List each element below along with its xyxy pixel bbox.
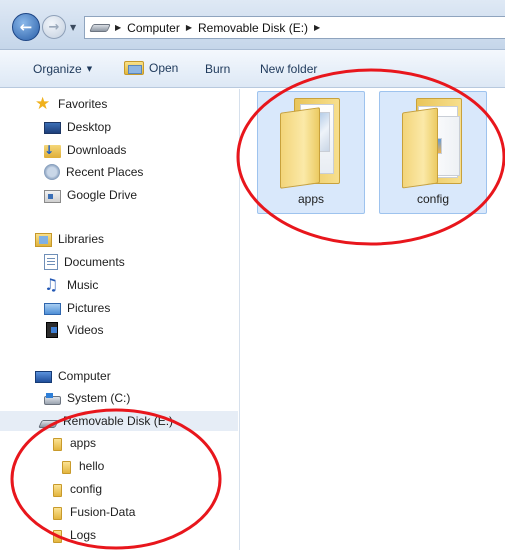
nav-label: Logs — [70, 528, 97, 542]
nav-folder-fusion-data[interactable]: Fusion-Data — [53, 502, 135, 522]
navigation-pane: ★ Favorites Desktop Downloads Recent Pla… — [0, 89, 240, 550]
computer-icon — [35, 370, 52, 383]
address-bar: ← → ▼ ▶ Computer ▶ Removable Disk (E:) ▶ — [0, 0, 505, 50]
star-icon: ★ — [35, 94, 51, 114]
breadcrumb-more[interactable]: ▶ — [314, 23, 326, 32]
nav-music[interactable]: ♫ Music — [44, 275, 98, 295]
open-folder-icon — [124, 61, 144, 75]
command-toolbar: Organize ▼ Open Burn New folder — [0, 50, 505, 88]
desktop-icon — [44, 122, 61, 134]
folder-tile-config[interactable]: config — [379, 91, 487, 214]
nav-label: Downloads — [67, 143, 127, 157]
nav-system-drive[interactable]: System (C:) — [44, 388, 130, 408]
recent-places-icon — [44, 164, 60, 180]
breadcrumb-separator-icon[interactable]: ▶ — [115, 23, 121, 32]
folder-icon — [53, 506, 62, 520]
breadcrumb-removable-disk[interactable]: ▶ Removable Disk (E:) — [186, 21, 308, 35]
system-drive-icon — [44, 392, 61, 405]
open-button[interactable]: Open — [124, 61, 178, 75]
forward-arrow-icon[interactable]: → — [42, 15, 66, 39]
address-path[interactable]: ▶ Computer ▶ Removable Disk (E:) ▶ — [84, 16, 505, 39]
nav-folder-apps[interactable]: apps — [53, 433, 96, 453]
nav-label: System (C:) — [67, 391, 131, 405]
nav-label: Libraries — [58, 232, 105, 246]
nav-label: Documents — [64, 255, 125, 269]
folder-icon — [53, 483, 62, 497]
chevron-down-icon: ▼ — [86, 65, 93, 73]
nav-pictures[interactable]: Pictures — [44, 298, 110, 318]
nav-downloads[interactable]: Downloads — [44, 140, 126, 160]
back-arrow-icon[interactable]: ← — [12, 13, 40, 41]
nav-documents[interactable]: Documents — [44, 252, 125, 272]
large-folder-icon — [276, 98, 348, 189]
nav-label: config — [70, 482, 103, 496]
nav-desktop[interactable]: Desktop — [44, 117, 111, 137]
nav-folder-logs[interactable]: Logs — [53, 525, 96, 545]
breadcrumb-computer[interactable]: ▶ Computer — [115, 21, 180, 35]
folder-icon — [53, 437, 62, 451]
folder-name: apps — [297, 192, 325, 206]
nav-label: Videos — [67, 323, 104, 337]
libraries-icon — [35, 232, 52, 247]
burn-label: Burn — [205, 62, 231, 76]
open-label: Open — [149, 61, 179, 75]
music-note-icon: ♫ — [44, 275, 59, 294]
nav-label: apps — [70, 436, 97, 450]
breadcrumb-separator-icon[interactable]: ▶ — [314, 23, 320, 32]
breadcrumb-separator-icon[interactable]: ▶ — [186, 23, 192, 32]
file-list-pane: apps config — [241, 89, 505, 550]
nav-label: Pictures — [67, 301, 111, 315]
folder-tile-apps[interactable]: apps — [257, 91, 365, 214]
nav-label: hello — [79, 459, 105, 473]
nav-label: Google Drive — [67, 188, 138, 202]
recent-pages-dropdown-icon[interactable]: ▼ — [70, 23, 76, 32]
nav-label: Computer — [58, 369, 111, 383]
large-folder-icon — [398, 98, 470, 189]
nav-folder-hello[interactable]: hello — [62, 456, 104, 476]
downloads-icon — [44, 143, 61, 158]
nav-removable-disk[interactable]: Removable Disk (E:) — [0, 411, 238, 431]
nav-label: Music — [67, 278, 99, 292]
folder-icon — [62, 460, 71, 474]
nav-libraries[interactable]: Libraries — [35, 229, 104, 249]
burn-button[interactable]: Burn — [205, 62, 230, 76]
nav-label: Recent Places — [66, 165, 144, 179]
nav-google-drive[interactable]: Google Drive — [44, 185, 137, 205]
breadcrumb-label[interactable]: Computer — [127, 21, 180, 35]
nav-computer[interactable]: Computer — [35, 366, 111, 386]
folder-name: config — [416, 192, 450, 206]
nav-label: Desktop — [67, 120, 112, 134]
organize-label: Organize — [33, 62, 82, 76]
new-folder-label: New folder — [260, 62, 318, 76]
documents-icon — [44, 254, 58, 270]
folder-icon — [53, 529, 62, 543]
nav-favorites[interactable]: ★ Favorites — [35, 94, 107, 114]
organize-button[interactable]: Organize ▼ — [33, 62, 92, 76]
drive-icon — [89, 23, 111, 32]
google-drive-icon — [44, 189, 61, 203]
pictures-icon — [44, 303, 61, 315]
nav-label: Favorites — [58, 97, 108, 111]
nav-recent-places[interactable]: Recent Places — [44, 162, 143, 182]
removable-disk-icon — [38, 419, 59, 428]
new-folder-button[interactable]: New folder — [260, 62, 317, 76]
breadcrumb-label[interactable]: Removable Disk (E:) — [198, 21, 308, 35]
nav-label: Removable Disk (E:) — [63, 414, 174, 428]
nav-label: Fusion-Data — [70, 505, 136, 519]
videos-icon — [46, 322, 58, 338]
nav-videos[interactable]: Videos — [44, 320, 103, 340]
nav-folder-config[interactable]: config — [53, 479, 102, 499]
